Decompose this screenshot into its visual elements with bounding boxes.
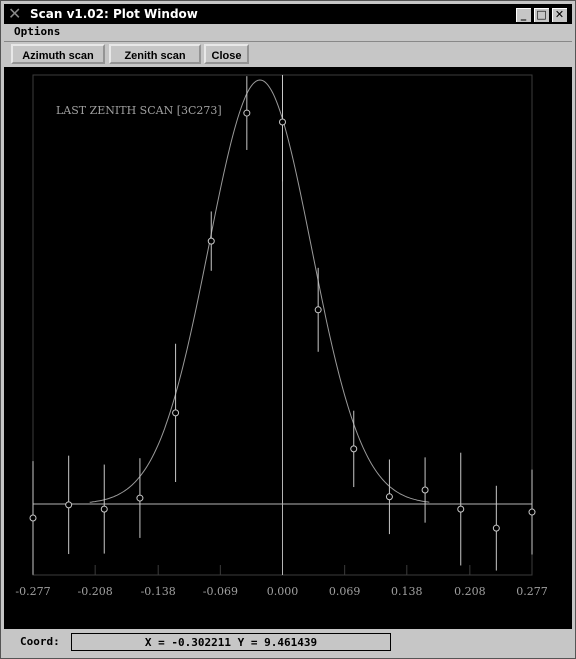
minimize-button[interactable]: _ bbox=[515, 7, 532, 23]
data-point bbox=[457, 505, 465, 513]
x-tick-label: 0.277 bbox=[516, 585, 548, 598]
data-point bbox=[100, 505, 108, 513]
coord-readout: X = -0.302211 Y = 9.461439 bbox=[71, 633, 391, 651]
data-point bbox=[65, 501, 73, 509]
window-controls: _ □ ✕ bbox=[515, 7, 568, 23]
zenith-scan-button[interactable]: Zenith scan bbox=[109, 44, 201, 64]
x-tick-labels: -0.277 -0.208 -0.138 -0.069 0.000 0.069 0.138 0… bbox=[15, 585, 547, 598]
data-point bbox=[314, 306, 322, 314]
data-point bbox=[421, 486, 429, 494]
data-point bbox=[172, 409, 180, 417]
x-tick-label: 0.208 bbox=[454, 585, 486, 598]
close-window-button[interactable]: ✕ bbox=[551, 7, 568, 23]
menu-bar: Options bbox=[4, 24, 572, 42]
maximize-button[interactable]: □ bbox=[533, 7, 550, 23]
data-point bbox=[29, 514, 37, 522]
chart-title: LAST ZENITH SCAN [3C273] bbox=[56, 104, 222, 117]
coord-label: Coord: bbox=[20, 635, 60, 648]
x-logo-icon: ✕ bbox=[8, 4, 22, 23]
close-button[interactable]: Close bbox=[204, 44, 249, 64]
data-point bbox=[385, 493, 393, 501]
toolbar: Azimuth scan Zenith scan Close bbox=[4, 43, 572, 67]
x-tick-label: -0.208 bbox=[78, 585, 113, 598]
gaussian-fit-curve bbox=[89, 79, 430, 503]
x-tick-label: -0.069 bbox=[203, 585, 238, 598]
data-point bbox=[136, 494, 144, 502]
data-point bbox=[350, 445, 358, 453]
title-bar[interactable]: ✕ Scan v1.02: Plot Window _ □ ✕ bbox=[4, 4, 572, 24]
plot-area[interactable]: LAST ZENITH SCAN [3C273] -0.277 -0.208 -0.… bbox=[4, 67, 572, 629]
data-point bbox=[492, 524, 500, 532]
data-point bbox=[279, 118, 286, 126]
azimuth-scan-button[interactable]: Azimuth scan bbox=[11, 44, 105, 64]
data-point bbox=[207, 237, 215, 245]
x-tick-label: -0.277 bbox=[15, 585, 50, 598]
window-title: Scan v1.02: Plot Window bbox=[30, 7, 198, 21]
x-tick-label: 0.069 bbox=[329, 585, 361, 598]
x-tick-label: 0.000 bbox=[267, 585, 299, 598]
chart-svg[interactable]: LAST ZENITH SCAN [3C273] -0.277 -0.208 -0.… bbox=[4, 67, 572, 629]
data-point bbox=[528, 508, 536, 516]
status-bar: Coord: X = -0.302211 Y = 9.461439 bbox=[4, 629, 572, 655]
menu-options[interactable]: Options bbox=[14, 25, 60, 38]
plot-window: ✕ Scan v1.02: Plot Window _ □ ✕ Options … bbox=[0, 0, 576, 659]
x-tick-label: -0.138 bbox=[141, 585, 176, 598]
data-point bbox=[243, 109, 251, 117]
x-tick-label: 0.138 bbox=[391, 585, 423, 598]
